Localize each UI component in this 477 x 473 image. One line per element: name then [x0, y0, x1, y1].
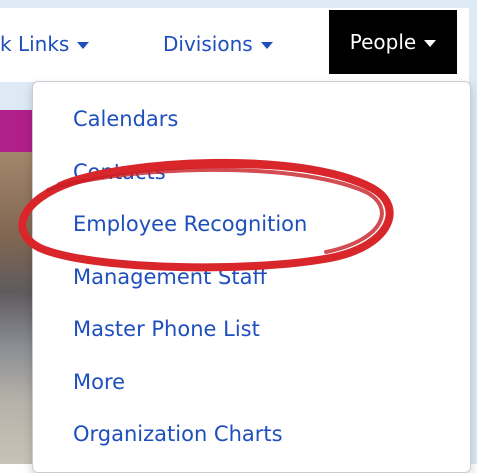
menu-item-organization-charts[interactable]: Organization Charts	[73, 420, 283, 448]
nav-quick-links[interactable]: k Links	[0, 16, 90, 72]
menu-item-contacts[interactable]: Contacts	[73, 158, 166, 186]
nav-people[interactable]: People	[329, 10, 457, 74]
caret-down-icon	[424, 39, 437, 47]
menu-item-employee-recognition[interactable]: Employee Recognition	[73, 210, 307, 238]
people-dropdown-menu: Calendars Contacts Employee Recognition …	[32, 81, 471, 473]
nav-divisions[interactable]: Divisions	[163, 16, 273, 72]
menu-item-master-phone-list[interactable]: Master Phone List	[73, 315, 260, 343]
nav-quick-links-label: k Links	[0, 32, 70, 56]
caret-down-icon	[77, 41, 90, 49]
nav-people-label: People	[349, 30, 417, 54]
caret-down-icon	[260, 41, 273, 49]
menu-item-more[interactable]: More	[73, 368, 125, 396]
menu-item-management-staff[interactable]: Management Staff	[73, 263, 267, 291]
menu-item-calendars[interactable]: Calendars	[73, 105, 178, 133]
nav-divisions-label: Divisions	[163, 32, 253, 56]
